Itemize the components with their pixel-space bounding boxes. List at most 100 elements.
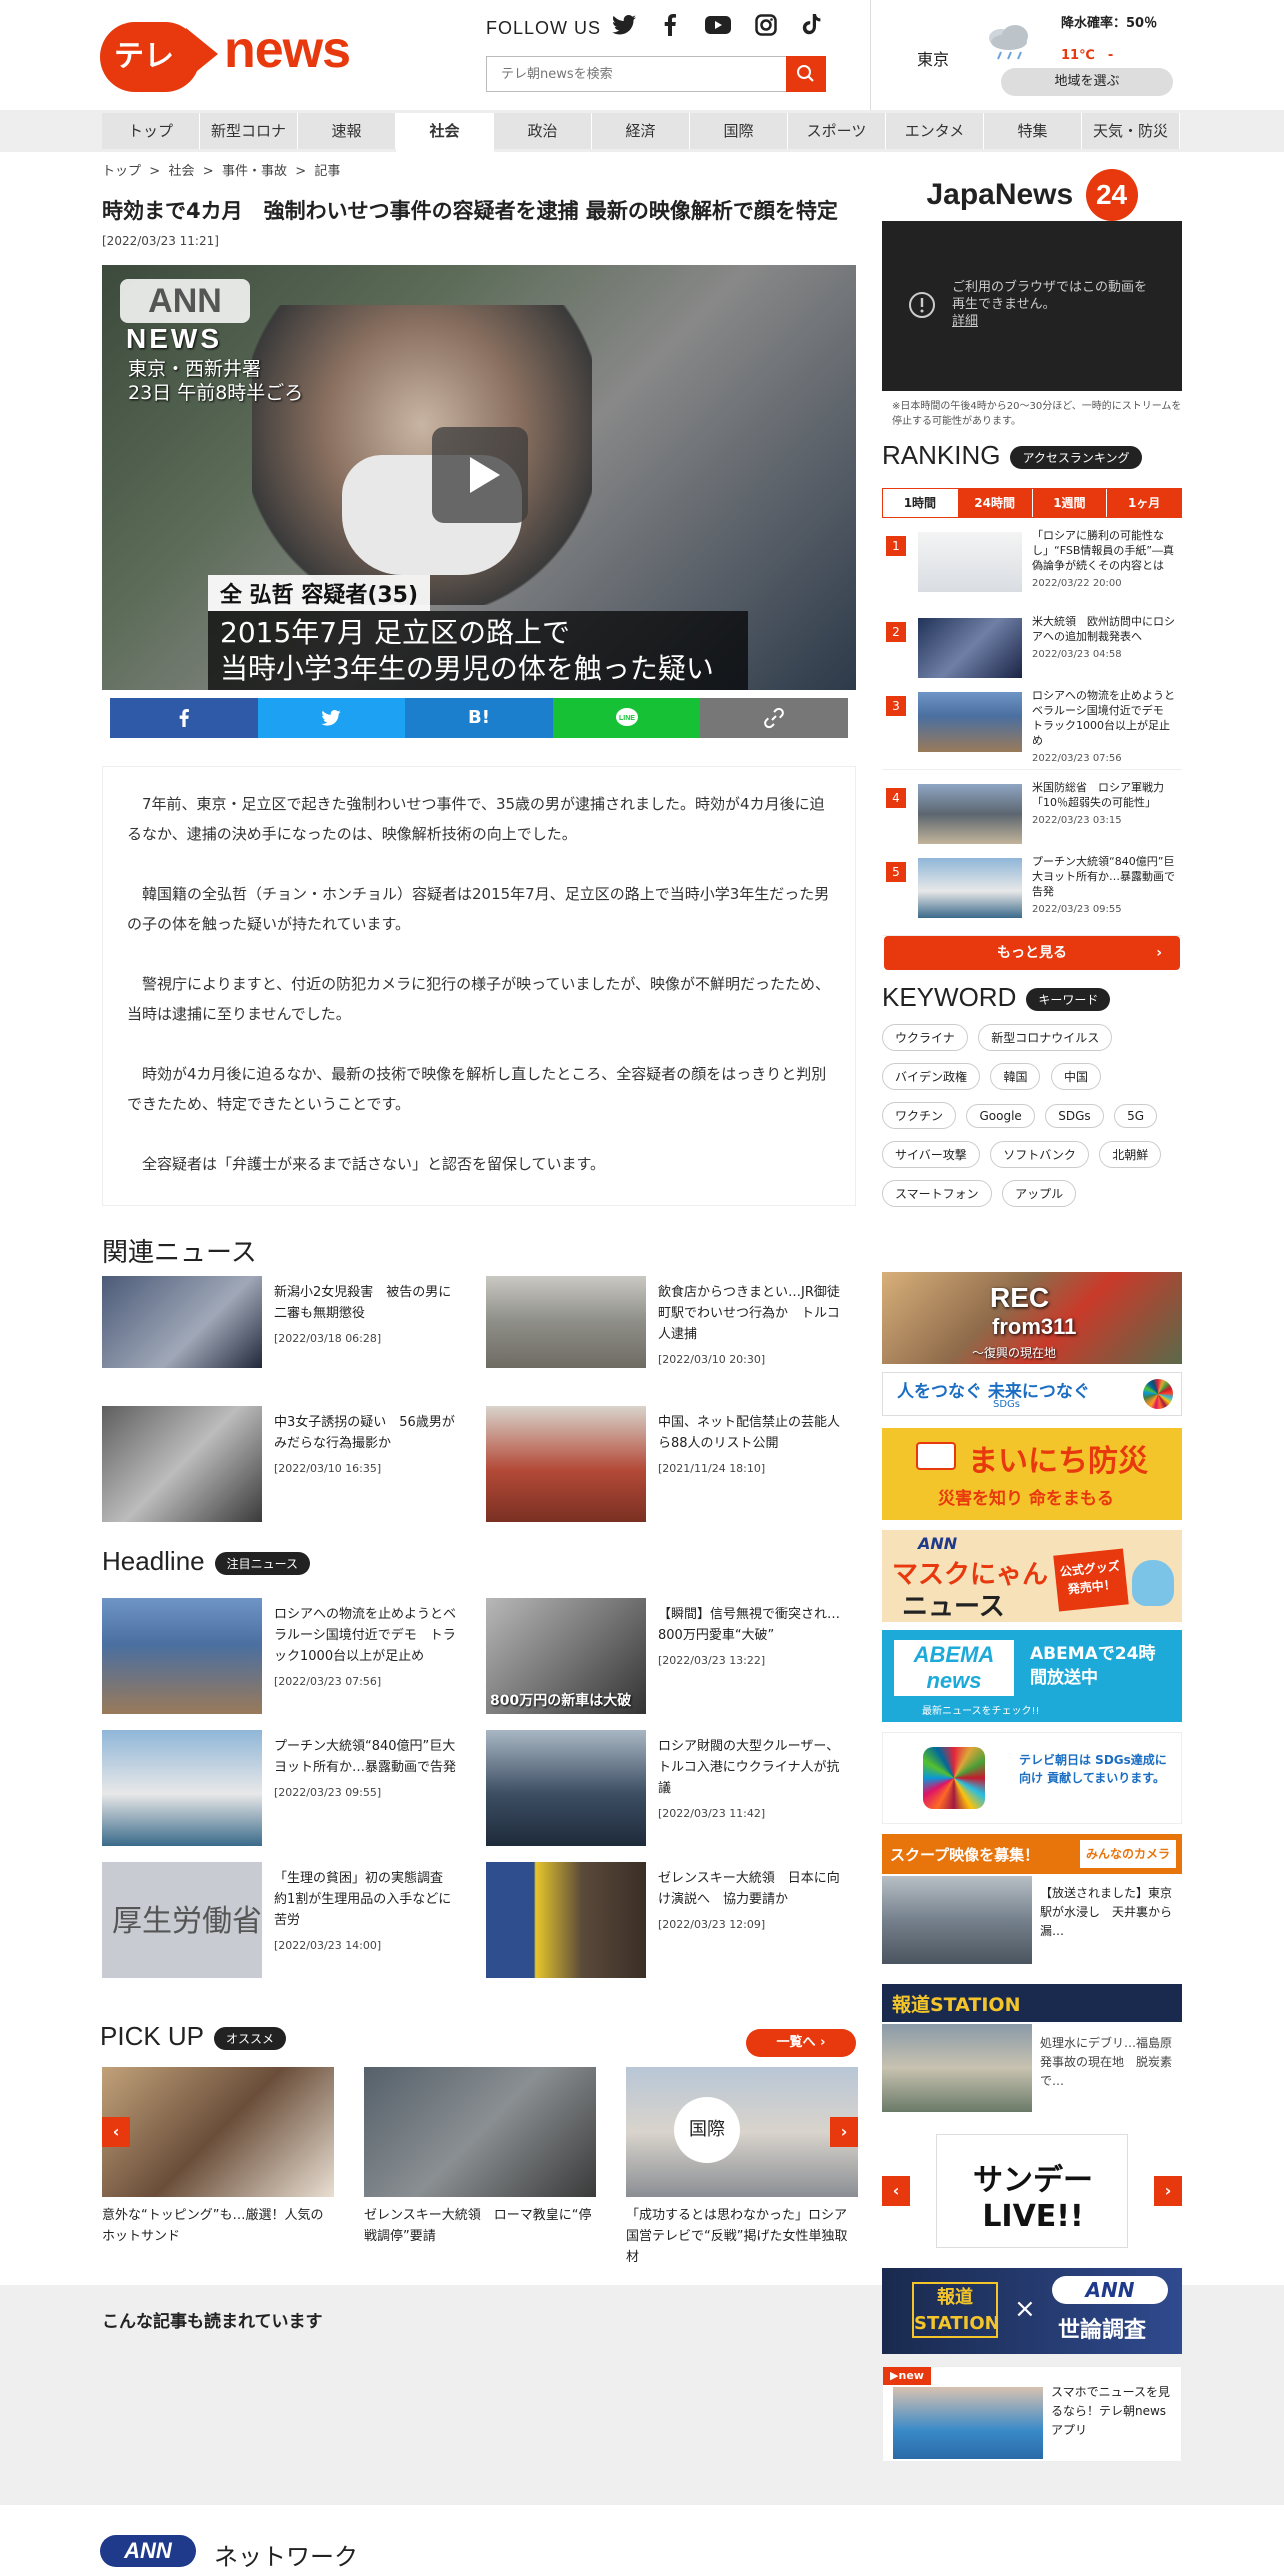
related-card[interactable]: 中国、ネット配信禁止の芸能人ら88人のリスト公開 [2021/11/24 18:1… — [486, 1406, 856, 1522]
keyword-title: KEYWORD — [882, 982, 1017, 1012]
nav-item-society[interactable]: 社会 — [396, 113, 494, 152]
keyword-chip[interactable]: 北朝鮮 — [1099, 1141, 1162, 1168]
pickup-next-arrow[interactable]: › — [830, 2117, 858, 2147]
pickup-card[interactable]: ゼレンスキー大統領 ローマ教皇に“停戦調停”要請 — [364, 2067, 596, 2247]
japanews24-logo[interactable]: JapaNews 24 — [882, 155, 1182, 221]
breadcrumb-top[interactable]: トップ — [102, 164, 141, 179]
houdou-header: 報道STATION — [882, 1984, 1182, 2022]
nav-item-features[interactable]: 特集 — [984, 113, 1082, 149]
headline-card[interactable]: ゼレンスキー大統領 日本に向け演説へ 協力要請か [2022/03/23 12:0… — [486, 1862, 856, 1978]
ranking-tab-1m[interactable]: 1ヶ月 — [1107, 489, 1181, 517]
article-paragraph: 時効が4カ月後に迫るなか、最新の技術で映像を解析し直したところ、全容疑者の顔をは… — [127, 1065, 827, 1113]
scoop-thumb — [882, 1876, 1032, 1964]
bousai-sub: 災害を知り 命をまもる — [938, 1489, 1114, 1509]
article-video[interactable]: ANN NEWS 東京・西新井署 23日 午前8時半ごろ 全 弘哲 容疑者(35… — [102, 265, 856, 690]
twitter-icon[interactable] — [610, 14, 638, 42]
play-icon[interactable] — [432, 427, 528, 523]
related-card[interactable]: 中3女子誘拐の疑い 56歳男がみだらな行為撮影か [2022/03/10 16:3… — [102, 1406, 472, 1522]
sunday-live-banner[interactable]: サンデーLIVE!! — [936, 2134, 1128, 2248]
keyword-chip[interactable]: バイデン政権 — [882, 1063, 981, 1090]
abema-news-banner[interactable]: ABEMA news ABEMAで24時間放送中 最新ニュースをチェック!! — [882, 1630, 1182, 1722]
headline-card[interactable]: プーチン大統領“840億円”巨大ヨット所有か…暴露動画で告発 [2022/03/2… — [102, 1730, 472, 1846]
headline-item-date: [2022/03/23 11:42] — [658, 1807, 766, 1820]
keyword-chip[interactable]: ウクライナ — [882, 1024, 968, 1051]
pickup-list-button[interactable]: 一覧へ › — [746, 2029, 856, 2057]
keyword-chip[interactable]: ソフトバンク — [990, 1141, 1089, 1168]
pickup-card[interactable]: 意外な“トッピング”も…厳選！人気のホットサンド — [102, 2067, 334, 2247]
sdgs-banner[interactable]: 人をつなぐ 未来につなぐ SDGs — [882, 1372, 1182, 1416]
headline-card[interactable]: ロシア財閥の大型クルーザー、トルコ入港にウクライナ人が抗議 [2022/03/23… — [486, 1730, 856, 1846]
keyword-chip[interactable]: SDGs — [1045, 1104, 1104, 1128]
youtube-icon[interactable] — [704, 14, 732, 42]
search-input[interactable] — [487, 57, 783, 91]
headline-card[interactable]: ロシアへの物流を止めようとベラルーシ国境付近でデモ トラック1000台以上が足止… — [102, 1598, 472, 1714]
nav-item-entertainment[interactable]: エンタメ — [886, 113, 984, 149]
select-region-button[interactable]: 地域を選ぶ — [1001, 68, 1173, 96]
rec-from-311-banner[interactable]: REC from311 ～復興の現在地 — [882, 1272, 1182, 1364]
share-bar: B! LINE — [110, 698, 848, 738]
nav-item-breaking[interactable]: 速報 — [298, 113, 396, 149]
facebook-icon[interactable] — [656, 14, 684, 42]
site-logo[interactable]: テレ朝 news — [100, 18, 351, 144]
japanews-player[interactable]: ご利用のブラウザではこの動画を再生できません。 詳細 — [882, 221, 1182, 391]
keyword-chip[interactable]: 中国 — [1050, 1063, 1101, 1090]
ranking-tab-24h[interactable]: 24時間 — [957, 489, 1033, 517]
keyword-chip[interactable]: サイバー攻撃 — [882, 1141, 980, 1168]
breadcrumb-society[interactable]: 社会 — [168, 164, 194, 179]
related-card[interactable]: 新潟小2女児殺害 被告の男に二審も無期懲役 [2022/03/18 06:28] — [102, 1276, 472, 1368]
ann-footer-logo[interactable]: ANN — [100, 2535, 196, 2567]
ranking-title: 「ロシアに勝利の可能性なし」“FSB情報員の手紙”―真偽論争が続くその内容とは — [1032, 529, 1175, 572]
keyword-chip[interactable]: 韓国 — [990, 1063, 1041, 1090]
facebook-share-button[interactable] — [110, 698, 258, 738]
keyword-chip[interactable]: 5G — [1114, 1104, 1158, 1128]
ranking-item[interactable]: 3 ロシアへの物流を止めようとベラルーシ国境付近でデモ トラック1000台以上が… — [882, 682, 1182, 770]
ranking-item[interactable]: 1 「ロシアに勝利の可能性なし」“FSB情報員の手紙”―真偽論争が続くその内容と… — [882, 522, 1182, 610]
ranking-thumb — [918, 858, 1022, 918]
search-button[interactable] — [786, 56, 826, 92]
sunday-live-next-arrow[interactable]: › — [1154, 2176, 1182, 2206]
breadcrumb-incident[interactable]: 事件・事故 — [222, 164, 287, 179]
keyword-chip[interactable]: 新型コロナウイルス — [978, 1024, 1113, 1051]
category-nav: トップ 新型コロナ 速報 社会 政治 経済 国際 スポーツ エンタメ 特集 天気… — [0, 110, 1284, 152]
poll-banner[interactable]: 報道 STATION × ANN 世論調査 — [882, 2268, 1182, 2354]
tiktok-icon[interactable] — [798, 14, 826, 42]
headline-card[interactable]: 厚生労働省 「生理の貧困」初の実態調査 約1割が生理用品の入手などに苦労 [202… — [102, 1862, 472, 1978]
nav-item-corona[interactable]: 新型コロナ — [200, 113, 298, 149]
ranking-tab-1w[interactable]: 1週間 — [1032, 489, 1108, 517]
app-thumb — [893, 2387, 1043, 2459]
ranking-more-button[interactable]: もっと見る › — [884, 936, 1180, 970]
houdou-station-banner[interactable]: 報道STATION 処理水にデブリ…福島原発事故の現在地 脱炭素で… — [882, 1984, 1182, 2116]
nav-item-economy[interactable]: 経済 — [592, 113, 690, 149]
video-location-place: 東京・西新井署 — [128, 358, 262, 380]
related-card[interactable]: 飲食店からつきまとい…JR御徒町駅でわいせつ行為か トルコ人逮捕 [2022/03… — [486, 1276, 856, 1368]
keyword-chip[interactable]: Google — [966, 1104, 1035, 1128]
keyword-chip[interactable]: アップル — [1002, 1180, 1077, 1207]
twitter-share-button[interactable] — [257, 698, 406, 738]
scoop-banner[interactable]: スクープ映像を募集！ みんなのカメラ 【放送されました】東京駅が水浸し 天井裏か… — [882, 1834, 1182, 1966]
ranking-tab-1h[interactable]: 1時間 — [883, 489, 958, 517]
mainichi-bousai-banner[interactable]: まいにち防災 災害を知り 命をまもる — [882, 1428, 1182, 1520]
ranking-item[interactable]: 5 プーチン大統領“840億円”巨大ヨット所有か…暴露動画で告発 2022/03/… — [882, 848, 1182, 936]
mask-nyan-banner[interactable]: ANN マスクにゃん ニュース 公式グッズ発売中！ — [882, 1530, 1182, 1622]
ranking-thumb — [918, 618, 1022, 678]
nav-item-politics[interactable]: 政治 — [494, 113, 592, 149]
news-app-banner[interactable]: ▶new スマホでニュースを見るなら！テレ朝newsアプリ — [882, 2366, 1182, 2462]
headline-card[interactable]: 800万円の新車は大破 【瞬間】信号無視で衝突され…800万円愛車“大破” [20… — [486, 1598, 856, 1714]
related-title: 中3女子誘拐の疑い 56歳男がみだらな行為撮影か — [274, 1415, 455, 1451]
line-share-button[interactable]: LINE — [552, 698, 701, 738]
pickup-card[interactable]: 国際 「成功するとは思わなかった」ロシア国営テレビで“反戦”掲げた女性単独取材 — [626, 2067, 858, 2268]
hatena-share-button[interactable]: B! — [405, 698, 553, 738]
sunday-live-prev-arrow[interactable]: ‹ — [882, 2176, 910, 2206]
nav-item-weather[interactable]: 天気・防災 — [1082, 113, 1180, 149]
nav-item-top[interactable]: トップ — [102, 113, 200, 149]
keyword-chip[interactable]: ワクチン — [882, 1102, 957, 1129]
instagram-icon[interactable] — [752, 14, 780, 42]
copy-link-button[interactable] — [700, 698, 848, 738]
nav-item-sports[interactable]: スポーツ — [788, 113, 886, 149]
pickup-prev-arrow[interactable]: ‹ — [102, 2117, 130, 2147]
rec-caption: ～復興の現在地 — [972, 1346, 1057, 1360]
tv-asahi-sdgs-banner[interactable]: テレビ朝日は SDGs達成に向け 貢献してまいります。 — [882, 1732, 1182, 1824]
nav-item-international[interactable]: 国際 — [690, 113, 788, 149]
player-detail-link[interactable]: 詳細 — [952, 313, 1158, 330]
keyword-chip[interactable]: スマートフォン — [882, 1180, 992, 1207]
